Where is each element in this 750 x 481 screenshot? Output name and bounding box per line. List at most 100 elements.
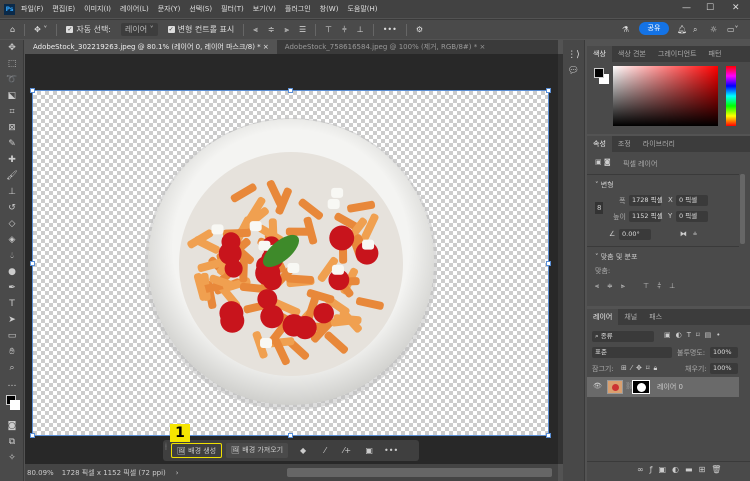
tab-document-1[interactable]: AdobeStock_302219263.jpeg @ 80.1% (레이어 0… xyxy=(25,40,277,54)
blur-tool-icon[interactable]: 💧︎ xyxy=(0,248,24,264)
close-tab-icon[interactable]: × xyxy=(479,43,485,51)
paint-bucket-icon[interactable]: ◈ xyxy=(0,232,24,248)
x-field[interactable]: 0 픽셀 xyxy=(676,195,708,206)
transform-handle[interactable] xyxy=(30,433,35,438)
align-section-toggle[interactable]: ˅ 맞춤 및 분포 xyxy=(595,252,637,262)
align-left-icon[interactable]: ⫷ xyxy=(253,25,258,35)
fill-icon[interactable]: ◆ xyxy=(292,446,314,455)
zoom-level[interactable]: 80.09% xyxy=(27,469,54,477)
properties-scrollbar[interactable] xyxy=(740,174,745,244)
lasso-tool-icon[interactable]: ➰ xyxy=(0,72,24,88)
auto-select-checkbox[interactable]: ✓ 자동 선택: xyxy=(66,24,111,35)
gear-icon[interactable]: ⚙ xyxy=(416,25,423,34)
menu-edit[interactable]: 편집(E) xyxy=(52,4,75,14)
move-tool-icon[interactable]: ✥ xyxy=(0,40,24,56)
marquee-tool-icon[interactable]: ⬚ xyxy=(0,56,24,72)
fill-field[interactable]: 100% xyxy=(710,363,738,374)
object-select-tool-icon[interactable]: ⬕ xyxy=(0,88,24,104)
height-field[interactable]: 1152 픽셀 xyxy=(629,211,663,222)
transform-handle[interactable] xyxy=(288,433,293,438)
dodge-tool-icon[interactable]: ● xyxy=(0,264,24,280)
tab-patterns[interactable]: 패턴 xyxy=(703,46,728,62)
transform-handle[interactable] xyxy=(30,88,35,93)
close-button[interactable]: ✕ xyxy=(732,3,740,13)
more-button[interactable]: ••• xyxy=(380,446,402,455)
layer-filter-dropdown[interactable]: ⌕ 종류 xyxy=(592,331,654,342)
tab-paths[interactable]: 패스 xyxy=(643,309,668,325)
menu-view[interactable]: 보기(V) xyxy=(253,4,276,14)
lock-icons[interactable]: ⊞⁄✥⌑🔒︎ xyxy=(621,364,661,373)
transform-handle[interactable] xyxy=(288,88,293,93)
healing-tool-icon[interactable]: ✚ xyxy=(0,152,24,168)
crop-tool-icon[interactable]: ⌗ xyxy=(0,104,24,120)
type-tool-icon[interactable]: T xyxy=(0,296,24,312)
drag-handle-icon[interactable]: ⁞ ⁞ xyxy=(165,443,167,452)
layer-mask-thumbnail[interactable] xyxy=(632,380,650,394)
transform-handle[interactable] xyxy=(30,261,35,266)
visibility-eye-icon[interactable]: 👁︎ xyxy=(593,382,602,390)
menu-file[interactable]: 파일(F) xyxy=(21,4,43,14)
tab-channels[interactable]: 채널 xyxy=(618,309,643,325)
y-field[interactable]: 0 픽셀 xyxy=(676,211,708,222)
color-picker-field[interactable] xyxy=(613,66,718,126)
tab-gradients[interactable]: 그레이디언트 xyxy=(652,46,703,62)
transform-section-toggle[interactable]: ˅ 변형 xyxy=(595,180,614,190)
tab-color[interactable]: 색상 xyxy=(587,46,612,62)
more-options-button[interactable]: ••• xyxy=(383,25,397,34)
tab-swatches[interactable]: 색상 견본 xyxy=(612,46,652,62)
maximize-button[interactable]: ☐ xyxy=(706,3,714,13)
pen-tool-icon[interactable]: ✒ xyxy=(0,280,24,296)
tab-layers[interactable]: 레이어 xyxy=(587,309,619,325)
show-transform-checkbox[interactable]: ✓ 변형 컨트롤 표시 xyxy=(167,24,234,35)
angle-field[interactable]: 0.00° xyxy=(619,229,651,240)
align-bottom-icon[interactable]: ⊥ xyxy=(357,25,364,34)
flip-vertical-icon[interactable]: ⩮ xyxy=(693,230,697,239)
layer-name[interactable]: 레이어 0 xyxy=(657,382,683,392)
width-field[interactable]: 1728 픽셀 xyxy=(629,195,663,206)
lightbulb-icon[interactable]: ☼ xyxy=(710,25,717,34)
menu-select[interactable]: 선택(S) xyxy=(189,4,212,14)
flip-horizontal-icon[interactable]: ⧓ xyxy=(680,230,687,238)
workspace-icon[interactable]: ▭˅ xyxy=(727,25,739,34)
comments-icon[interactable]: 💬︎ xyxy=(563,66,584,76)
menu-window[interactable]: 창(W) xyxy=(320,4,339,14)
brush-mask-icon[interactable]: ⁄ xyxy=(314,446,336,455)
hue-slider[interactable] xyxy=(726,66,736,126)
menu-help[interactable]: 도움말(H) xyxy=(347,4,377,14)
tab-adjustments[interactable]: 조정 xyxy=(612,136,637,152)
frame-tool-icon[interactable]: ⊠ xyxy=(0,120,24,136)
hand-tool-icon[interactable]: ✋︎ xyxy=(0,344,24,360)
stamp-tool-icon[interactable]: ⊥ xyxy=(0,184,24,200)
align-center-icon[interactable]: ≑ xyxy=(268,25,275,34)
close-tab-icon[interactable]: × xyxy=(263,43,269,51)
menu-image[interactable]: 이미지(I) xyxy=(84,4,111,14)
menu-layer[interactable]: 레이어(L) xyxy=(120,4,149,14)
layer-filter-icons[interactable]: ▣◐T⌑▤• xyxy=(664,331,725,339)
history-icon[interactable]: ⋮⟩ xyxy=(563,50,584,60)
move-tool-icon[interactable]: ✥ ˅ xyxy=(34,25,47,34)
history-brush-icon[interactable]: ↺ xyxy=(0,200,24,216)
horizontal-scrollbar[interactable] xyxy=(287,468,552,477)
brush-tool-icon[interactable]: 🖌︎ xyxy=(0,168,24,184)
quick-mask-icon[interactable]: ◙ xyxy=(0,418,24,434)
generative-icon[interactable]: ✧ xyxy=(0,450,24,466)
layer-actions-icons[interactable]: ∞ƒ▣◐▬⊞🗑︎ xyxy=(637,465,727,474)
auto-select-dropdown[interactable]: 레이어 ˅ xyxy=(121,23,158,36)
transform-handle[interactable] xyxy=(546,261,551,266)
mask-icon[interactable]: ▣ xyxy=(358,446,380,455)
menu-plugins[interactable]: 플러그인 xyxy=(285,4,311,14)
transform-handle[interactable] xyxy=(546,88,551,93)
link-icon[interactable]: 8 xyxy=(595,202,604,214)
import-background-button[interactable]: 🖼︎ 배경 가져오기 xyxy=(226,443,289,458)
screen-mode-icon[interactable]: ⧉ xyxy=(0,434,24,450)
search-icon[interactable]: ⌕ xyxy=(693,25,697,35)
brush-add-icon[interactable]: ⁄+ xyxy=(336,446,358,455)
background-color-swatch[interactable] xyxy=(10,400,20,410)
align-middle-icon[interactable]: ⫩ xyxy=(342,25,347,35)
more-tools-icon[interactable]: … xyxy=(0,376,24,392)
eraser-tool-icon[interactable]: ◇ xyxy=(0,216,24,232)
rectangle-tool-icon[interactable]: ▭ xyxy=(0,328,24,344)
align-right-icon[interactable]: ⫸ xyxy=(284,25,289,35)
align-buttons[interactable]: ⫷≑⫸ ⊤⫩⊥ xyxy=(595,282,683,291)
blend-mode-dropdown[interactable]: 표준 xyxy=(592,347,672,358)
